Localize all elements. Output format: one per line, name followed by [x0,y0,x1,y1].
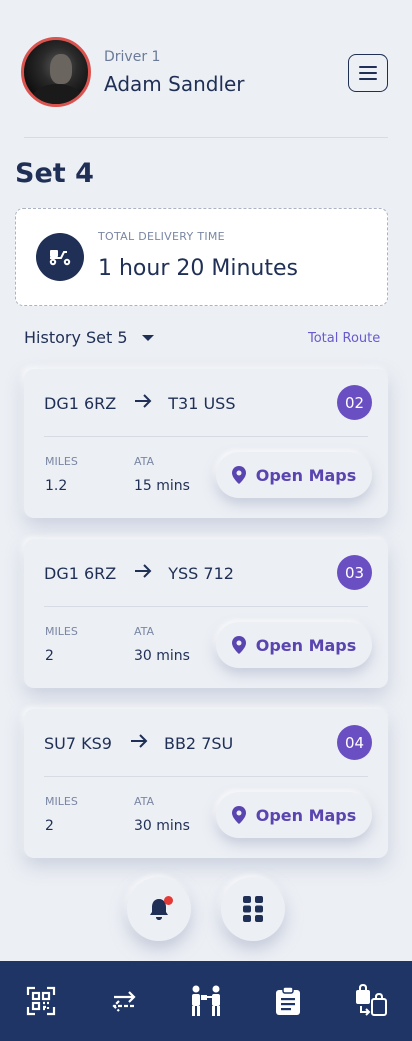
route-from: DG1 6RZ [44,564,117,583]
route-path: DG1 6RZ T31 USS [44,393,236,414]
total-delivery-card: TOTAL DELIVERY TIME 1 hour 20 Minutes [15,208,388,306]
route-number-badge: 02 [337,385,372,420]
menu-button[interactable] [348,54,388,92]
route-from: DG1 6RZ [44,394,117,413]
arrow-right-icon [134,393,152,414]
route-card: DG1 6RZ T31 USS 02 MILES 1.2 ATA 15 mins… [24,369,388,518]
clipboard-icon [276,986,301,1015]
miles-value: 2 [45,648,54,664]
route-card: DG1 6RZ YSS 712 03 MILES 2 ATA 30 mins O… [24,539,388,688]
route-path: DG1 6RZ YSS 712 [44,563,234,584]
ata-value: 15 mins [134,478,190,494]
open-maps-button[interactable]: Open Maps [216,452,372,498]
route-to: T31 USS [168,394,236,413]
route-card: SU7 KS9 BB2 7SU 04 MILES 2 ATA 30 mins O… [24,709,388,858]
open-maps-button[interactable]: Open Maps [216,622,372,668]
ata-value: 30 mins [134,648,190,664]
miles-label: MILES [45,795,78,808]
scooter-icon [36,233,84,281]
history-set-label: History Set 5 [24,328,128,347]
grid-icon [243,896,263,922]
nav-returns[interactable] [351,981,391,1021]
bottom-navigation [0,961,412,1041]
nav-tasks[interactable] [268,981,308,1021]
header-divider [24,137,388,138]
route-number-badge: 03 [337,555,372,590]
route-to: BB2 7SU [163,734,234,753]
total-route-link[interactable]: Total Route [308,331,380,346]
notifications-button[interactable] [127,877,191,941]
qr-code-icon [27,986,56,1016]
total-delivery-value: 1 hour 20 Minutes [98,256,298,281]
map-pin-icon [231,466,246,484]
route-path: SU7 KS9 BB2 7SU [44,733,233,754]
driver-avatar[interactable] [21,37,91,107]
nav-transfer[interactable] [104,981,144,1021]
ata-label: ATA [134,795,155,808]
chevron-down-icon [141,334,154,341]
driver-name: Adam Sandler [104,72,245,96]
open-maps-button[interactable]: Open Maps [216,792,372,838]
arrow-right-icon [130,733,148,754]
transfer-icon [112,991,136,1012]
miles-value: 2 [45,818,54,834]
bag-exchange-icon [355,984,387,1016]
delivery-person-icon [191,985,220,1016]
page-title: Set 4 [15,158,94,189]
miles-label: MILES [45,455,78,468]
driver-label: Driver 1 [104,49,161,65]
ata-label: ATA [134,625,155,638]
map-pin-icon [231,806,246,824]
ata-label: ATA [134,455,155,468]
notification-dot [164,896,173,905]
nav-delivery[interactable] [186,981,226,1021]
apps-grid-button[interactable] [221,877,285,941]
route-from: SU7 KS9 [44,734,112,753]
total-delivery-label: TOTAL DELIVERY TIME [98,230,225,243]
ata-value: 30 mins [134,818,190,834]
history-set-dropdown[interactable]: History Set 5 [24,328,154,347]
nav-qr-scan[interactable] [21,981,61,1021]
driver-header: Driver 1 Adam Sandler [0,0,412,138]
arrow-right-icon [134,563,152,584]
map-pin-icon [231,636,246,654]
route-to: YSS 712 [168,564,234,583]
miles-label: MILES [45,625,78,638]
hamburger-icon [359,66,377,68]
miles-value: 1.2 [45,478,68,494]
route-number-badge: 04 [337,725,372,760]
